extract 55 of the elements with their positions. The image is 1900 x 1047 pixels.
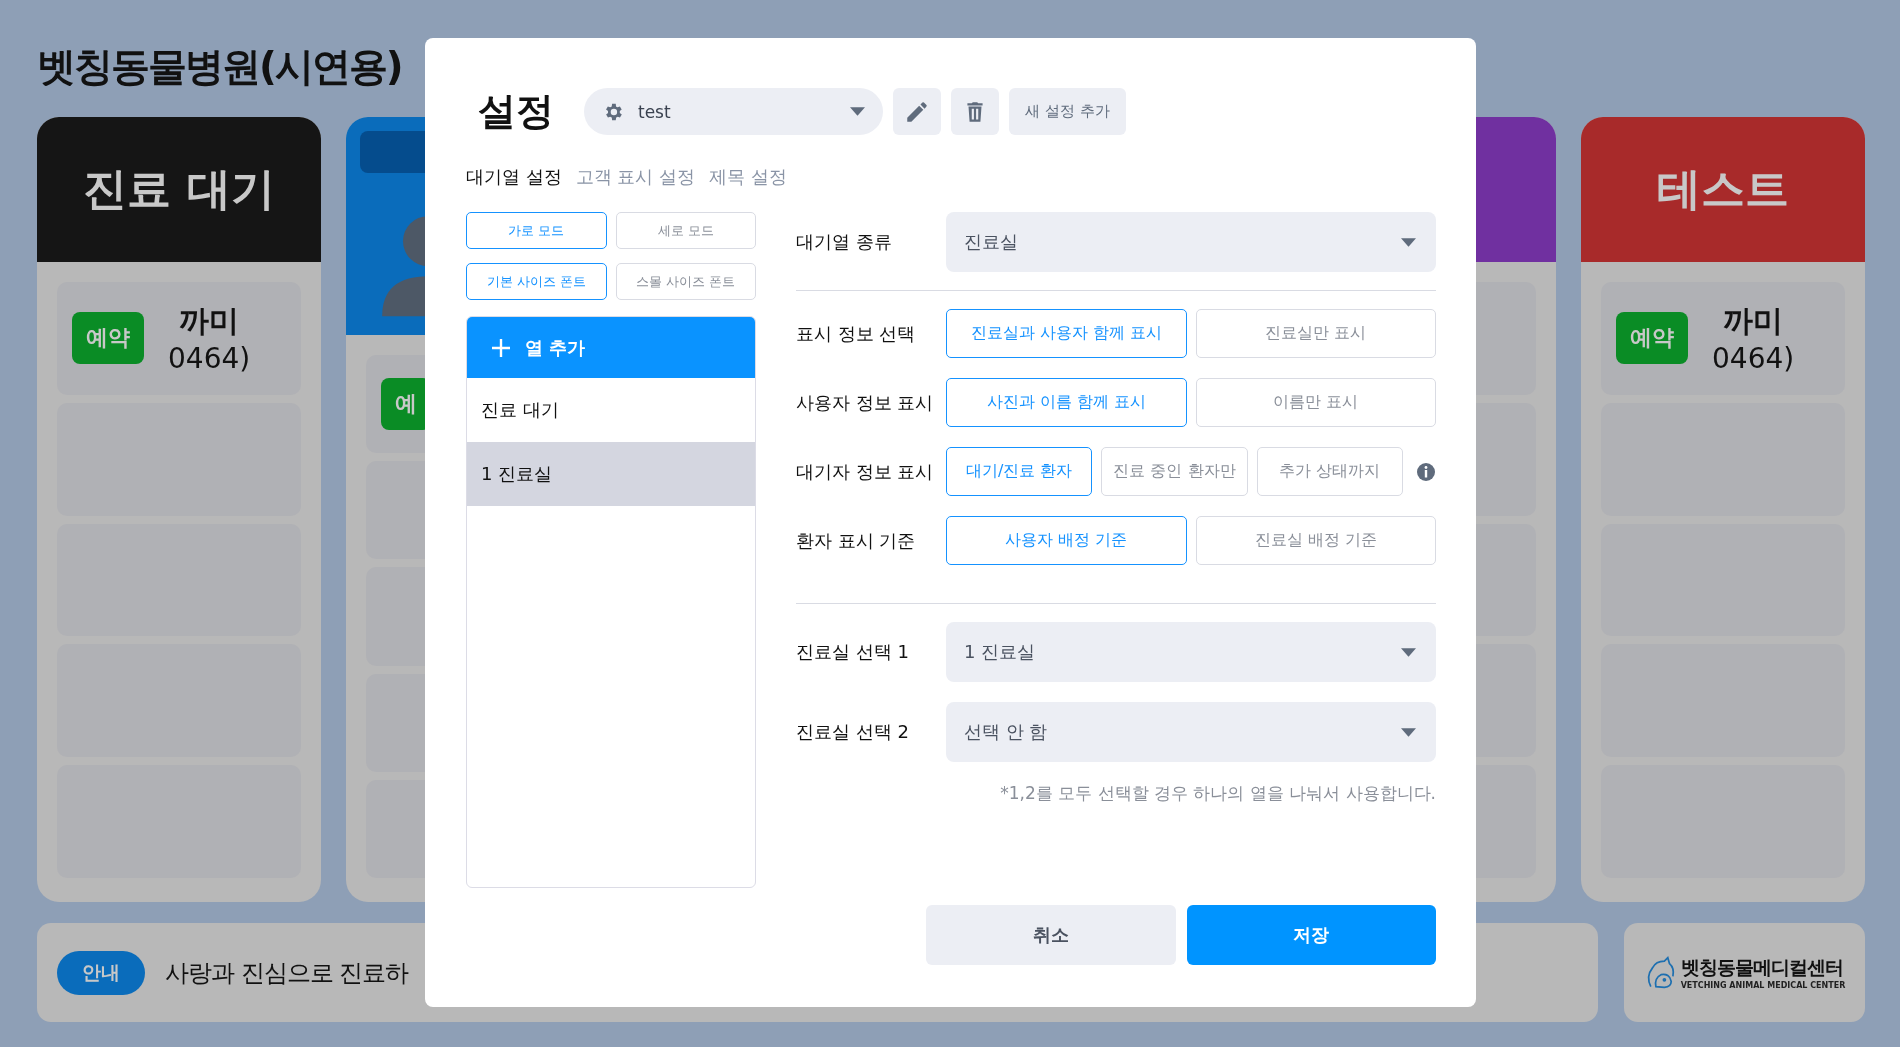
option-toggle[interactable]: 진료실만 표시 [1195, 309, 1436, 358]
option-toggle[interactable]: 진료 중인 환자만 [1101, 447, 1248, 496]
notice-text: 사랑과 진심으로 진료하 [165, 957, 409, 989]
patient-name: 까미 [1723, 302, 1784, 341]
caret-icon [1401, 727, 1416, 737]
patient-number: 0464) [1712, 342, 1795, 376]
field-label: 대기자 정보 표시 [796, 459, 935, 484]
option-toggle[interactable]: 사진과 이름 함께 표시 [946, 378, 1187, 427]
font-size-toggle[interactable]: 스몰 사이즈 폰트 [615, 263, 756, 300]
caret-icon [850, 107, 865, 116]
hint-text: *1,2를 모두 선택할 경우 하나의 열을 나눠서 사용합니다. [999, 782, 1436, 805]
settings-tab[interactable]: 제목 설정 [709, 165, 787, 189]
option-toggle[interactable]: 진료실 배정 기준 [1195, 516, 1436, 565]
reservation-badge: 예약 [72, 312, 144, 365]
queue-list-item[interactable]: 1 진료실 [467, 442, 755, 506]
mode-toggle[interactable]: 가로 모드 [466, 212, 607, 249]
dialog-title: 설정 [478, 88, 554, 135]
caret-icon [1401, 237, 1416, 247]
caret-icon [1401, 647, 1416, 657]
mode-toggle[interactable]: 세로 모드 [615, 212, 756, 249]
font-size-toggle[interactable]: 기본 사이즈 폰트 [466, 263, 607, 300]
field-label: 사용자 정보 표시 [796, 390, 935, 415]
room-dropdown[interactable]: 선택 안 함 [946, 702, 1436, 762]
field-label: 표시 정보 선택 [796, 321, 917, 346]
queue-type-dropdown[interactable]: 진료실 [946, 212, 1436, 272]
settings-tab[interactable]: 대기열 설정 [466, 165, 562, 189]
logo-name: 벳칭동물메디컬센터 [1680, 955, 1844, 980]
option-toggle[interactable]: 진료실과 사용자 함께 표시 [946, 309, 1187, 358]
logo-subtitle: VETCHING ANIMAL MEDICAL CENTER [1680, 981, 1846, 990]
delete-button[interactable] [951, 88, 999, 135]
save-button[interactable]: 저장 [1186, 905, 1436, 965]
option-toggle[interactable]: 추가 상태까지 [1256, 447, 1403, 496]
info-icon[interactable] [1416, 461, 1436, 482]
patient-number: 0464) [168, 342, 251, 376]
reservation-badge: 예약 [1616, 312, 1688, 365]
room-dropdown[interactable]: 1 진료실 [946, 622, 1436, 682]
preset-dropdown[interactable]: test [584, 88, 883, 135]
settings-tab[interactable]: 고객 표시 설정 [575, 165, 696, 189]
cancel-button[interactable]: 취소 [926, 905, 1176, 965]
plus-icon [491, 337, 511, 358]
option-toggle[interactable]: 이름만 표시 [1195, 378, 1436, 427]
column-title: 진료 대기 [83, 162, 275, 216]
notice-badge: 안내 [57, 950, 145, 995]
column-title: 테스트 [1657, 162, 1789, 216]
option-toggle[interactable]: 사용자 배정 기준 [946, 516, 1187, 565]
field-label: 진료실 선택 1 [796, 640, 910, 664]
edit-button[interactable] [893, 88, 941, 135]
option-toggle[interactable]: 대기/진료 환자 [946, 447, 1093, 496]
page-title: 벳칭동물병원(시연용) [37, 43, 402, 91]
patient-name: 까미 [179, 302, 240, 341]
add-preset-button[interactable]: 새 설정 추가 [1009, 88, 1126, 135]
field-label: 진료실 선택 2 [796, 720, 910, 744]
add-column-button[interactable]: 열 추가 [467, 317, 755, 378]
field-label: 대기열 종류 [796, 230, 893, 254]
field-label: 환자 표시 기준 [796, 528, 917, 553]
